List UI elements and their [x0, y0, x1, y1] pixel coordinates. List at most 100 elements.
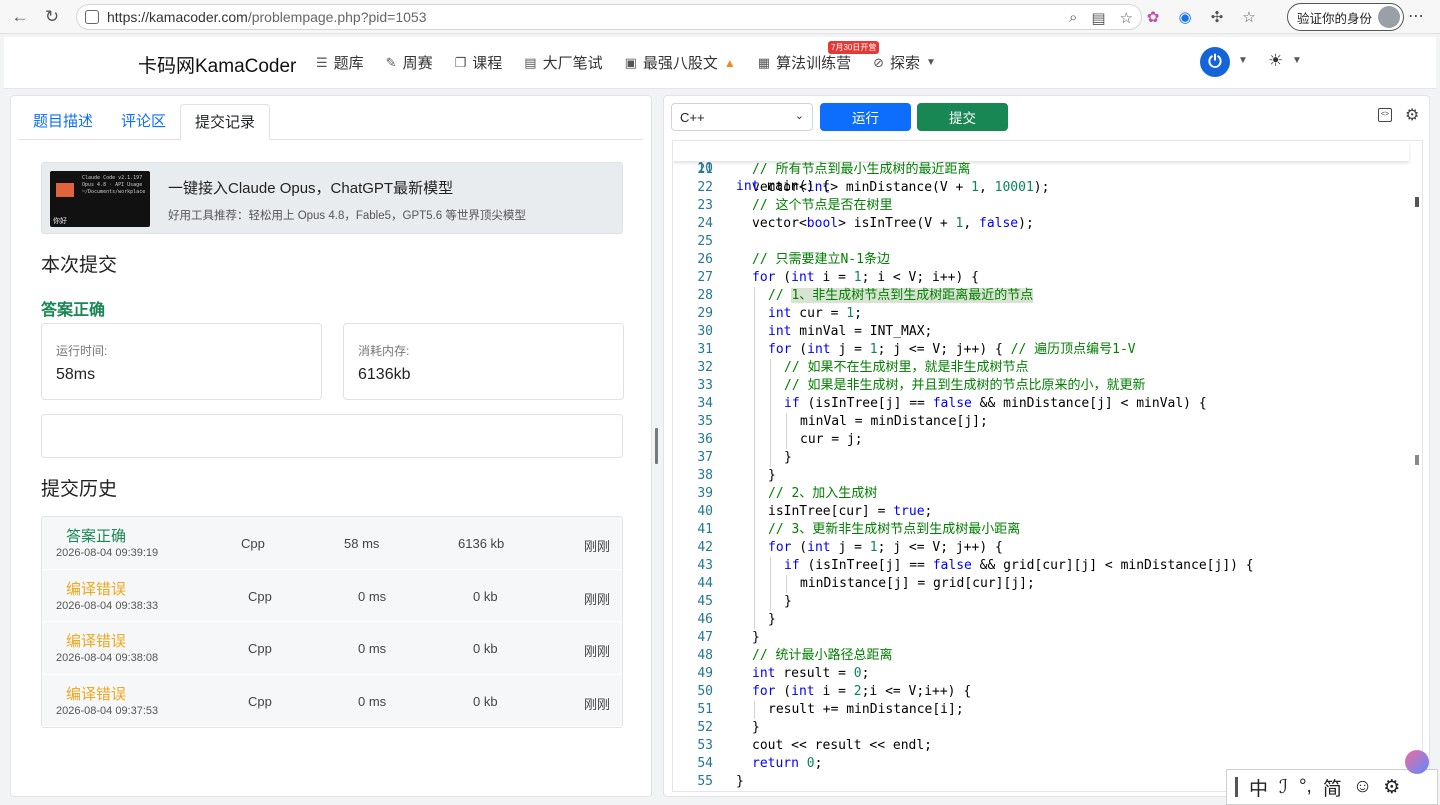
submit-button[interactable]: 提交	[917, 103, 1008, 131]
code-line[interactable]: 21// 所有节点到最小生成树的最近距离	[673, 161, 1409, 179]
panel-resize-handle[interactable]	[655, 428, 658, 464]
favorite-star-icon[interactable]: ☆	[1120, 9, 1133, 27]
code-line[interactable]: 32 // 如果不在生成树里，就是非生成树节点	[673, 359, 1409, 377]
code-line[interactable]: 36 cur = j;	[673, 431, 1409, 449]
table-row[interactable]: 编译错误 2026-08-04 09:38:33 Cpp 0 ms 0 kb 刚刚	[42, 569, 622, 622]
indent-guide	[770, 557, 771, 575]
code-line[interactable]: 43 if (isInTree[j] == false && grid[cur][…	[673, 557, 1409, 575]
memory-label: 消耗内存:	[358, 344, 410, 358]
status-text: 答案正确	[65, 528, 126, 545]
table-row[interactable]: 答案正确 2026-08-04 09:39:19 Cpp 58 ms 6136 kb 刚刚	[42, 517, 622, 570]
smile-icon[interactable]: ☺	[1353, 776, 1372, 798]
nav-explore[interactable]: ⊘ 探索 ▼	[873, 52, 936, 73]
code-line[interactable]: 45}	[673, 593, 1409, 611]
promo-banner[interactable]: Claude Code v2.1.197 Opus 4.8 · API Usag…	[41, 162, 623, 234]
scrollbar-thumb[interactable]	[1415, 455, 1419, 465]
profile-button[interactable]: 验证你的身份	[1287, 3, 1405, 31]
copilot-icon[interactable]: ✿	[1142, 6, 1164, 28]
extension-icon[interactable]: ◉	[1174, 6, 1196, 28]
code-line[interactable]: 35 minVal = minDistance[j];	[673, 413, 1409, 431]
code-line[interactable]: 47}	[673, 629, 1409, 647]
code-line[interactable]: 34 if (isInTree[j] == false && minDistanc…	[673, 395, 1409, 413]
indent-guide	[754, 539, 755, 557]
zoom-icon[interactable]: ⌕	[1069, 9, 1077, 27]
nav-bagu[interactable]: ▣ 最强八股文 ▲	[625, 52, 736, 73]
tab-comments[interactable]: 评论区	[107, 104, 180, 140]
code-line[interactable]: 48 // 统计最小路径总距离	[673, 647, 1409, 665]
code-line[interactable]: 39 // 2、加入生成树	[673, 485, 1409, 503]
chevron-down-icon[interactable]: ▼	[1238, 55, 1248, 66]
nav-camp[interactable]: ▦ 算法训练营	[758, 52, 851, 73]
code-text: for (int i = 1; i < V; i++) {	[752, 270, 979, 285]
code-line[interactable]: 42 for (int j = 1; j <= V; j++) {	[673, 539, 1409, 557]
copilot-float-icon[interactable]	[1405, 750, 1429, 774]
nav-courses[interactable]: ❐ 课程	[455, 52, 503, 73]
code-line[interactable]: 31 for (int j = 1; j <= V; j++) { // 遍历顶点…	[673, 341, 1409, 359]
code-line[interactable]: 46}	[673, 611, 1409, 629]
line-number: 26	[697, 252, 713, 267]
sticky-scroll-header[interactable]: 10 int main() {	[673, 141, 1409, 194]
code-line[interactable]: 24 vector<bool> isInTree(V + 1, false);	[673, 215, 1409, 233]
left-panel: 题目描述 评论区 提交记录 Claude Code v2.1.197 Opus …	[10, 95, 652, 797]
back-icon[interactable]: ←	[4, 0, 36, 34]
tab-description[interactable]: 题目描述	[19, 104, 107, 140]
sun-icon[interactable]: ☀	[1268, 51, 1283, 71]
code-line[interactable]: 49 int result = 0;	[673, 665, 1409, 683]
nav-label: 探索	[890, 55, 921, 72]
thumb-line: ~/Documents/workplace	[82, 189, 146, 195]
code-text: }	[752, 630, 760, 645]
code-line[interactable]: 37}	[673, 449, 1409, 467]
ime-simplified[interactable]: 简	[1323, 774, 1342, 801]
code-line[interactable]: 29 int cur = 1;	[673, 305, 1409, 323]
ime-handle[interactable]	[1235, 777, 1238, 797]
code-text: cur = j;	[800, 432, 863, 447]
nav-problems[interactable]: ☰ 题库	[316, 52, 364, 73]
code-line[interactable]: 23// 这个节点是否在树里	[673, 197, 1409, 215]
code-editor[interactable]: 10 int main() { 21// 所有节点到最小生成树的最近距离 22 ve…	[672, 140, 1423, 792]
code-line[interactable]: 27 for (int i = 1; i < V; i++) {	[673, 269, 1409, 287]
code-line[interactable]: 40 isInTree[cur] = true;	[673, 503, 1409, 521]
run-button[interactable]: 运行	[820, 103, 911, 131]
code-line[interactable]: 50 for (int i = 2;i <= V;i++) {	[673, 683, 1409, 701]
nav-exams[interactable]: ▤ 大厂笔试	[524, 52, 602, 73]
reload-icon[interactable]: ↻	[36, 0, 68, 34]
tab-submissions[interactable]: 提交记录	[180, 104, 271, 140]
more-menu-icon[interactable]: ⋯	[1408, 6, 1424, 26]
code-line[interactable]: 26 // 只需要建立N-1条边	[673, 251, 1409, 269]
code-line[interactable]: 28 // 1、非生成树节点到生成树距离最近的节点	[673, 287, 1409, 305]
gear-icon[interactable]: ⚙	[1405, 105, 1419, 125]
moon-icon[interactable]: ℐ	[1279, 776, 1288, 799]
code-line[interactable]: 41 // 3、更新非生成树节点到生成树最小距离	[673, 521, 1409, 539]
site-brand[interactable]: 卡码网KamaCoder	[138, 51, 296, 78]
ime-punctuation[interactable]: °,	[1299, 776, 1312, 798]
code-line[interactable]: 33 // 如果是非生成树，并且到生成树的节点比原来的小，就更新	[673, 377, 1409, 395]
code-line[interactable]: 52}	[673, 719, 1409, 737]
chevron-down-icon[interactable]: ▼	[1292, 55, 1302, 66]
code-line[interactable]: 51 result += minDistance[i];	[673, 701, 1409, 719]
indent-guide	[754, 341, 755, 359]
site-info-icon[interactable]	[85, 10, 99, 24]
sticky-code: int main() {	[736, 179, 830, 194]
puzzle-icon[interactable]: ✣	[1206, 6, 1228, 28]
gear-icon[interactable]: ⚙	[1383, 776, 1400, 799]
language-select[interactable]: C++ ⌄	[671, 103, 813, 131]
favorites-icon[interactable]: ☆	[1238, 6, 1260, 28]
address-bar[interactable]: https://kamacoder.com/problempage.php?pi…	[76, 4, 1142, 30]
reader-icon[interactable]: ▤	[1091, 9, 1105, 27]
thumb-watermark: 你好	[53, 218, 67, 225]
table-row[interactable]: 编译错误 2026-08-04 09:38:08 Cpp 0 ms 0 kb 刚刚	[42, 622, 622, 675]
line-number: 51	[697, 702, 713, 717]
code-line[interactable]: 38}	[673, 467, 1409, 485]
code-line[interactable]: 53 cout << result << endl;	[673, 737, 1409, 755]
code-line[interactable]: 30 int minVal = INT_MAX;	[673, 323, 1409, 341]
power-icon[interactable]: ⏻	[1200, 47, 1230, 77]
code-line[interactable]: 25	[673, 233, 1409, 251]
nav-weekly[interactable]: ✎ 周赛	[386, 52, 433, 73]
indent-guide	[770, 359, 771, 377]
scrollbar-marker[interactable]	[1415, 197, 1419, 207]
code-line[interactable]: 44 minDistance[j] = grid[cur][j];	[673, 575, 1409, 593]
ime-chinese-mode[interactable]: 中	[1249, 774, 1268, 801]
code-view-icon[interactable]: <>	[1378, 108, 1392, 122]
language-cell: Cpp	[241, 536, 265, 551]
table-row[interactable]: 编译错误 2026-08-04 09:37:53 Cpp 0 ms 0 kb 刚刚	[42, 674, 622, 727]
